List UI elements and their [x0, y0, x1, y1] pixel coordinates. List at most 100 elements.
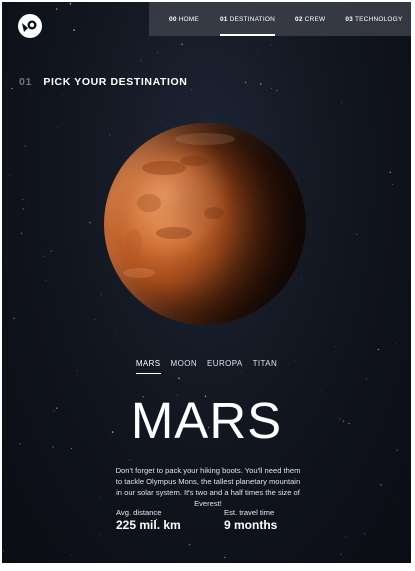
star [364, 194, 366, 196]
star [9, 175, 11, 177]
star [340, 553, 342, 556]
star [11, 87, 13, 90]
star [190, 89, 192, 91]
star [62, 95, 64, 97]
nav-crew-label: CREW [304, 15, 326, 23]
nav-destination-number: 01 [219, 15, 228, 23]
star [178, 377, 180, 380]
stat-avg-distance-label: Avg. distance [116, 508, 162, 517]
planet-title: MARS [130, 392, 283, 449]
star [57, 127, 59, 129]
star [270, 44, 272, 46]
tab-europa[interactable]: EUROPA [207, 359, 243, 372]
star [30, 92, 32, 93]
destination-tabs: MARS MOON EUROPA TITAN [2, 359, 411, 374]
star [244, 81, 247, 84]
star [47, 185, 49, 187]
star [52, 446, 55, 448]
star [367, 320, 368, 322]
star [13, 317, 15, 319]
star [301, 277, 302, 279]
star [100, 533, 101, 535]
nav-home-number: 00 [169, 15, 177, 23]
star [109, 134, 111, 136]
star [334, 346, 336, 348]
star [2, 274, 3, 276]
star [20, 232, 23, 234]
nav-destination[interactable]: 01 DESTINATION [219, 2, 276, 36]
planet-surface-detail [123, 133, 235, 278]
star [156, 52, 159, 54]
star [365, 378, 367, 380]
star [377, 348, 380, 351]
stat-travel-time-label: Est. travel time [224, 508, 275, 517]
star [73, 29, 75, 31]
star [341, 101, 343, 103]
star [22, 198, 24, 200]
star [188, 543, 191, 546]
nav-technology-number: 03 [345, 15, 353, 23]
star [89, 222, 91, 224]
star [50, 250, 53, 253]
star [270, 87, 273, 90]
star [396, 449, 398, 451]
stat-avg-distance: Avg. distance 225 mil. km [116, 508, 181, 532]
star [114, 330, 116, 331]
logo-icon[interactable] [18, 14, 42, 38]
star [241, 372, 243, 374]
star [320, 390, 322, 392]
star [71, 554, 73, 556]
star [43, 255, 45, 258]
star [394, 343, 396, 345]
star [7, 139, 8, 140]
nav-crew[interactable]: 02 CREW [295, 2, 325, 36]
star [83, 297, 85, 299]
nav-home-label: HOME [178, 15, 199, 23]
planet-image [104, 123, 306, 325]
page-heading-number: 01 [19, 76, 32, 88]
star [255, 57, 256, 59]
nav-crew-number: 02 [295, 15, 303, 23]
star [69, 2, 72, 5]
star [330, 232, 331, 234]
nav-home[interactable]: 00 HOME [169, 2, 199, 36]
star [276, 90, 278, 92]
tab-titan[interactable]: TITAN [253, 359, 278, 372]
star [105, 267, 106, 269]
star [142, 355, 144, 356]
planet-description: Don't forget to pack your hiking boots. … [115, 466, 301, 508]
tab-mars[interactable]: MARS [135, 359, 161, 374]
star [22, 208, 24, 210]
star [217, 530, 219, 532]
star [356, 233, 358, 235]
nav-technology[interactable]: 03 TECHNOLOGY [345, 2, 402, 36]
star [364, 533, 366, 535]
star [24, 145, 26, 147]
star [181, 43, 183, 46]
star [140, 60, 142, 62]
star [27, 201, 29, 202]
tab-moon[interactable]: MOON [171, 359, 198, 372]
stat-travel-time: Est. travel time 9 months [224, 508, 277, 532]
star [2, 550, 5, 552]
page-heading: 01 PICK YOUR DESTINATION [19, 76, 187, 88]
stat-travel-time-value: 9 months [224, 518, 278, 532]
star [33, 496, 34, 497]
stat-avg-distance-value: 225 mil. km [116, 518, 181, 532]
main-nav: 00 HOME 01 DESTINATION 02 CREW 03 TECHNO… [149, 2, 411, 36]
star [129, 459, 131, 461]
star [256, 49, 258, 51]
nav-destination-label: DESTINATION [229, 15, 276, 23]
page-frame: 00 HOME 01 DESTINATION 02 CREW 03 TECHNO… [2, 2, 411, 563]
star [167, 126, 169, 128]
star [94, 318, 96, 320]
star [259, 83, 262, 85]
page-heading-text: PICK YOUR DESTINATION [43, 76, 188, 88]
star [70, 447, 73, 450]
star [324, 78, 326, 80]
star [55, 8, 58, 10]
star [70, 22, 72, 24]
star [224, 556, 226, 559]
star [380, 483, 382, 486]
nav-technology-label: TECHNOLOGY [354, 15, 403, 23]
